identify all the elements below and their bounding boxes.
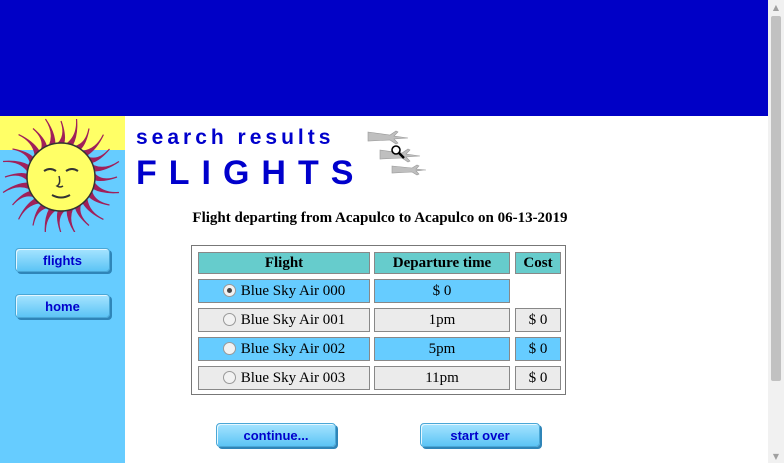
sun-logo-icon — [0, 116, 125, 232]
sidebar-item-flights[interactable]: flights — [15, 248, 110, 272]
flight-option-003[interactable]: Blue Sky Air 003 — [198, 366, 370, 390]
scroll-up-icon[interactable]: ▲ — [768, 0, 784, 14]
scrollbar-thumb[interactable] — [771, 16, 781, 381]
radio-selected-icon[interactable] — [222, 283, 236, 297]
page-subtitle: search results — [136, 126, 335, 149]
sidebar-item-label: flights — [43, 252, 82, 268]
radio-icon[interactable] — [222, 312, 236, 326]
radio-icon[interactable] — [222, 341, 236, 355]
page-title: FLIGHTS — [136, 154, 366, 192]
vertical-scrollbar[interactable]: ▲ ▼ — [768, 0, 784, 463]
top-banner — [0, 0, 768, 116]
departure-time-cell: 5pm — [374, 337, 510, 361]
cost-cell: $ 0 — [515, 337, 561, 361]
departure-time-cell: 11pm — [374, 366, 510, 390]
departure-time-cell: $ 0 — [374, 279, 510, 303]
flight-option-000[interactable]: Blue Sky Air 000 — [198, 279, 370, 303]
column-header-cost: Cost — [515, 252, 561, 274]
cost-cell: $ 0 — [515, 366, 561, 390]
flight-name: Blue Sky Air 002 — [240, 340, 346, 357]
sidebar-item-home[interactable]: home — [15, 294, 110, 318]
flight-name: Blue Sky Air 001 — [240, 311, 346, 328]
flight-name: Blue Sky Air 000 — [240, 282, 346, 299]
column-header-flight: Flight — [198, 252, 370, 274]
scroll-down-icon[interactable]: ▼ — [768, 449, 784, 463]
flight-name: Blue Sky Air 003 — [240, 369, 346, 386]
start-over-button-label: start over — [450, 427, 510, 443]
departure-time-cell: 1pm — [374, 308, 510, 332]
radio-icon[interactable] — [222, 370, 236, 384]
magnifier-cursor-icon — [391, 145, 405, 159]
flight-results-table: Flight Departure time Cost Blue Sky Air … — [191, 245, 566, 395]
flight-option-001[interactable]: Blue Sky Air 001 — [198, 308, 370, 332]
sidebar-item-label: home — [45, 298, 80, 314]
flight-caption: Flight departing from Acapulco to Acapul… — [192, 210, 568, 226]
continue-button-label: continue... — [243, 427, 309, 443]
continue-button[interactable]: continue... — [216, 423, 336, 447]
column-header-departure-time: Departure time — [374, 252, 510, 274]
cost-cell: $ 0 — [515, 308, 561, 332]
flight-option-002[interactable]: Blue Sky Air 002 — [198, 337, 370, 361]
start-over-button[interactable]: start over — [420, 423, 540, 447]
